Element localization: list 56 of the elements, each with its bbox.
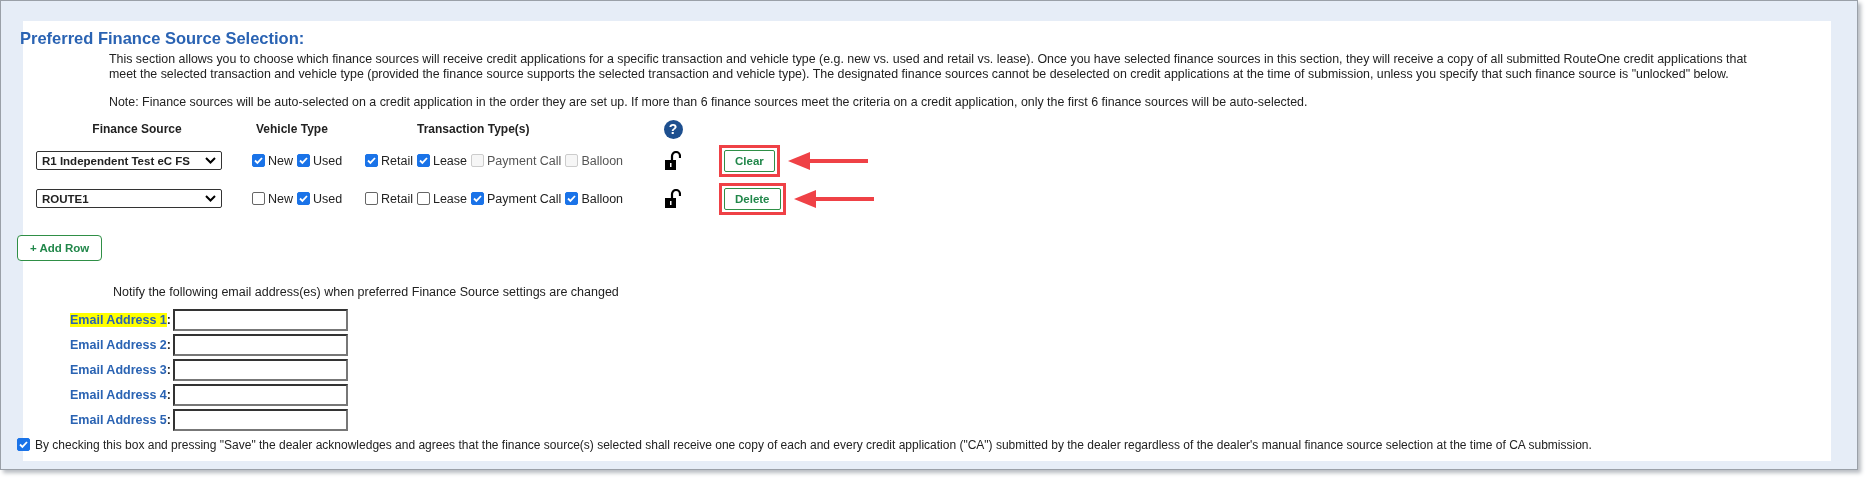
email-input[interactable] [173,333,348,356]
checkbox-label: Lease [432,153,468,168]
unlocked-padlock-icon[interactable] [665,189,681,208]
checkbox-label: Balloon [581,153,624,168]
label-colon: : [166,412,171,427]
email-input[interactable] [173,408,348,431]
unlocked-padlock-icon[interactable] [665,151,681,170]
email-label: Email Address 5 [70,412,167,427]
chevron-down-icon [205,157,216,164]
acknowledgement-text: By checking this box and pressing "Save" the dealer acknowledges and agrees that the finance source(s) selected shall receive one copy of each and every credit application ("CA") submitted by the dealer regardless of the dealer's manual finance source selection at the time of CA submission. [35,437,1592,452]
email-label: Email Address 1 [70,312,167,327]
email-label: Email Address 2 [70,337,167,352]
row-action-button[interactable]: Delete [724,187,781,210]
checkbox[interactable] [416,192,430,205]
checkbox-label: New [268,153,293,168]
checkbox[interactable] [365,154,378,167]
row-action-button[interactable]: Clear [724,149,775,172]
checkbox-label: Retail [381,153,413,168]
finance-source-dropdown[interactable]: ROUTE1 [36,189,222,208]
checkbox-label: Retail [381,191,413,206]
label-colon: : [166,362,171,377]
checkbox-label: Used [313,153,343,168]
help-icon[interactable]: ? [663,119,683,139]
email-input[interactable] [173,358,348,381]
finance-source-dropdown[interactable]: R1 Independent Test eC FS [36,151,222,170]
checkbox[interactable] [297,154,310,167]
email-input[interactable] [173,308,348,331]
add-row-button[interactable]: + Add Row [17,234,103,261]
checkbox-label: Balloon [581,191,624,206]
checkbox[interactable] [252,154,265,167]
checkbox-label: Lease [432,191,468,206]
checkbox-label: Payment Call [487,153,562,168]
checkbox-label: New [268,191,293,206]
checkbox[interactable] [252,192,265,205]
label-colon: : [166,337,171,352]
label-colon: : [166,312,171,327]
acknowledge-checkbox[interactable] [17,438,30,451]
column-header: Transaction Type(s) [416,122,531,136]
email-intro-text: Notify the following email address(es) when preferred Finance Source settings are changed [112,284,620,299]
section-description: This section allows you to choose which finance sources will receive credit applications for a specific transaction and vehicle type (e.g. new vs. used and retail vs. lease). Once you have selected finance sources in this section, they will receive a copy of all submitted RouteOne credit applications that meet the selected transaction and vehicle type (provided the finance source supports the selected transaction and vehicle type). The designated finance sources cannot be deselected on credit applications at the time of submission, unless you specify that such finance source is "unlocked" below. [108,52,1748,81]
checkbox-label: Payment Call [487,191,562,206]
checkbox[interactable] [365,192,378,205]
email-label: Email Address 3 [70,362,167,377]
label-colon: : [166,387,171,402]
column-header: Vehicle Type [255,122,329,136]
column-header: Finance Source [91,122,183,136]
checkbox[interactable] [297,192,310,205]
checkbox[interactable] [471,192,485,205]
section-title: Preferred Finance Source Selection: [20,29,306,48]
checkbox-label: Used [313,191,343,206]
email-label: Email Address 4 [70,387,167,402]
note-text: Note: Finance sources will be auto-selected on a credit application in the order they are set up. If more than 6 finance sources meet the criteria on a credit application, only the first 6 finance sources will be auto-selected. [108,95,1309,110]
checkbox[interactable] [416,154,430,167]
email-input[interactable] [173,383,348,406]
chevron-down-icon [205,195,216,202]
checkbox[interactable] [565,192,579,205]
